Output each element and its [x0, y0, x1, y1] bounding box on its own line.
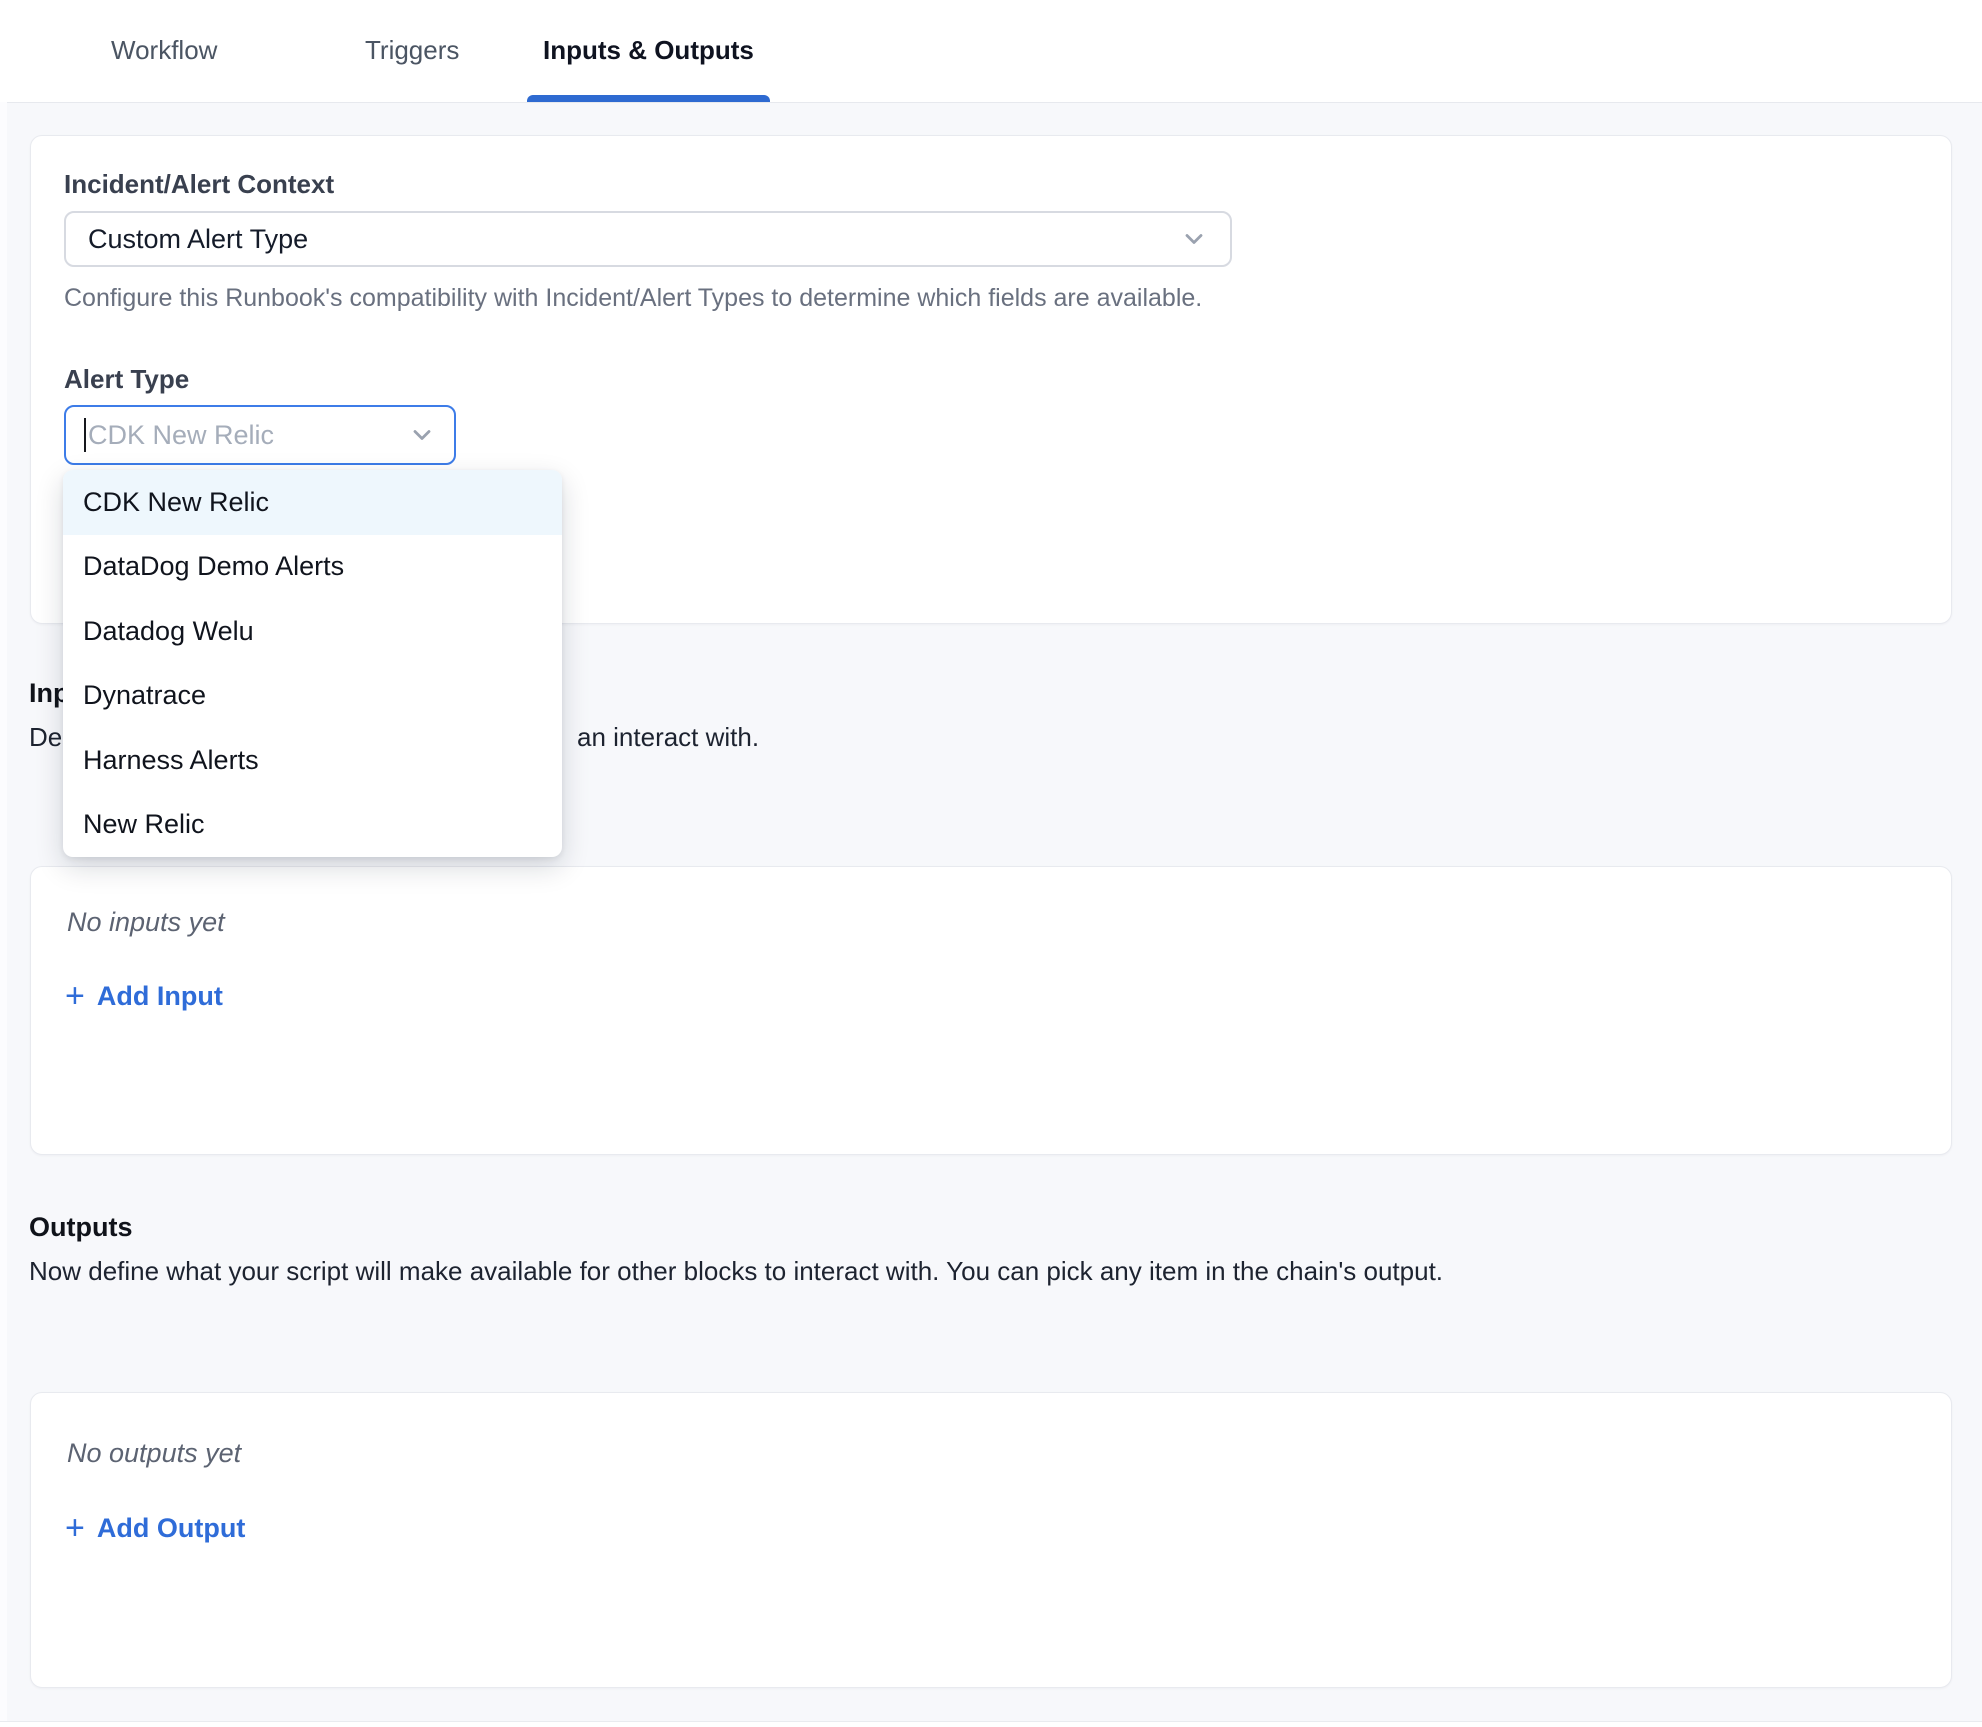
chevron-down-icon [1180, 225, 1208, 253]
dropdown-option-label: New Relic [83, 809, 205, 840]
dropdown-option[interactable]: DataDog Demo Alerts [63, 535, 562, 600]
alert-type-placeholder: CDK New Relic [88, 420, 408, 451]
tab-workflow[interactable]: Workflow [111, 0, 217, 100]
add-output-button[interactable]: + Add Output [65, 1511, 245, 1545]
left-page-edge [0, 102, 7, 1726]
bottom-bar [0, 1721, 1982, 1727]
outputs-section-heading: Outputs [29, 1212, 132, 1243]
incident-alert-context-label: Incident/Alert Context [64, 169, 334, 200]
dropdown-option-label: Harness Alerts [83, 745, 259, 776]
inputs-section-description-right: an interact with. [577, 722, 759, 753]
add-input-button[interactable]: + Add Input [65, 979, 223, 1013]
active-tab-underline [527, 95, 770, 102]
dropdown-option-label: Dynatrace [83, 680, 206, 711]
tab-workflow-label: Workflow [111, 35, 217, 66]
dropdown-option-label: DataDog Demo Alerts [83, 551, 344, 582]
dropdown-option[interactable]: Dynatrace [63, 664, 562, 729]
alert-type-dropdown-menu: CDK New Relic DataDog Demo Alerts Datado… [63, 470, 562, 857]
add-input-label: Add Input [97, 981, 223, 1012]
dropdown-option[interactable]: Harness Alerts [63, 728, 562, 793]
context-help-text: Configure this Runbook's compatibility w… [64, 284, 1202, 313]
incident-alert-context-value: Custom Alert Type [88, 224, 308, 255]
dropdown-option[interactable]: New Relic [63, 793, 562, 858]
tab-triggers[interactable]: Triggers [365, 0, 459, 100]
outputs-empty-text: No outputs yet [67, 1438, 241, 1469]
dropdown-option[interactable]: CDK New Relic [63, 470, 562, 535]
plus-icon: + [65, 979, 85, 1013]
dropdown-option-label: CDK New Relic [83, 487, 269, 518]
alert-type-combobox[interactable]: CDK New Relic [64, 405, 456, 465]
outputs-section-description: Now define what your script will make av… [29, 1256, 1443, 1287]
add-output-label: Add Output [97, 1513, 245, 1544]
tab-triggers-label: Triggers [365, 35, 459, 66]
tab-inputs-outputs-label: Inputs & Outputs [543, 35, 754, 66]
tab-bar: Workflow Triggers Inputs & Outputs [0, 0, 1982, 103]
dropdown-option[interactable]: Datadog Welu [63, 599, 562, 664]
tab-inputs-outputs[interactable]: Inputs & Outputs [543, 0, 754, 100]
inputs-empty-text: No inputs yet [67, 907, 225, 938]
plus-icon: + [65, 1511, 85, 1545]
chevron-down-icon [408, 421, 436, 449]
dropdown-option-label: Datadog Welu [83, 616, 254, 647]
inputs-section-description-left: De [29, 722, 62, 753]
outputs-card: No outputs yet + Add Output [30, 1392, 1952, 1688]
inputs-card: No inputs yet + Add Input [30, 866, 1952, 1155]
text-caret [84, 418, 86, 452]
alert-type-label: Alert Type [64, 364, 189, 395]
incident-alert-context-select[interactable]: Custom Alert Type [64, 211, 1232, 267]
